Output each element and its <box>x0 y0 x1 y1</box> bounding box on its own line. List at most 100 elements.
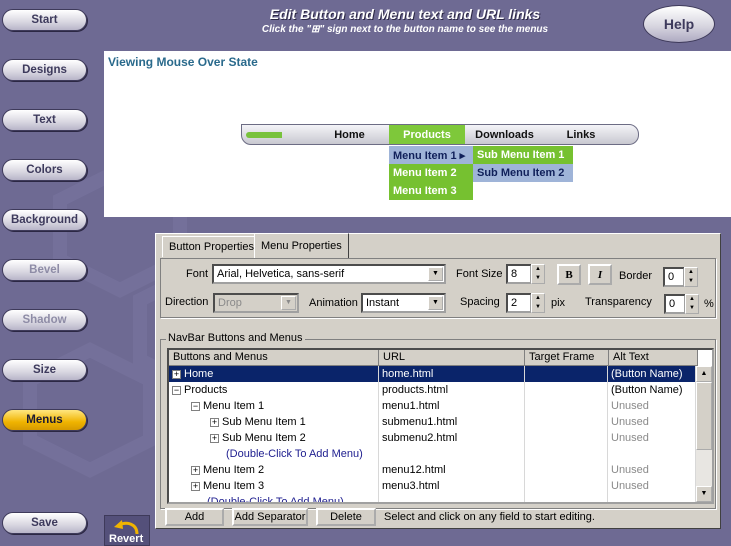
row-alt-text[interactable] <box>609 494 696 502</box>
table-row[interactable]: + Menu Item 3 menu3.html Unused <box>169 478 696 494</box>
column-header-url[interactable]: URL <box>379 350 525 366</box>
help-button[interactable]: Help <box>643 5 715 43</box>
nav-bevel-button[interactable]: Bevel <box>2 259 87 281</box>
navbar-accent <box>246 132 282 138</box>
row-url[interactable]: menu12.html <box>381 462 525 478</box>
direction-select[interactable]: Drop ▼ <box>213 293 299 313</box>
row-url[interactable]: submenu2.html <box>381 430 525 446</box>
scroll-thumb[interactable] <box>696 382 712 450</box>
row-name[interactable]: (Double-Click To Add Menu) <box>169 446 379 462</box>
table-row[interactable]: − Products products.html (Button Name) <box>169 382 696 398</box>
row-name[interactable]: (Double-Click To Add Menu) <box>169 494 379 502</box>
preview-pane: Viewing Mouse Over State Home Products D… <box>104 51 731 217</box>
border-input[interactable]: 0 <box>663 267 685 287</box>
nav-background-button[interactable]: Background <box>2 209 87 231</box>
font-select[interactable]: Arial, Helvetica, sans-serif ▼ <box>212 264 446 284</box>
expand-icon[interactable]: + <box>210 433 219 443</box>
nav-shadow-button[interactable]: Shadow <box>2 309 87 331</box>
row-target-frame[interactable] <box>525 494 608 502</box>
column-header-alt-text[interactable]: Alt Text <box>609 350 698 366</box>
row-alt-text[interactable]: (Button Name) <box>609 382 696 398</box>
table-row[interactable]: − Menu Item 1 menu1.html Unused <box>169 398 696 414</box>
expand-icon[interactable]: + <box>210 417 219 427</box>
transparency-input[interactable]: 0 <box>664 294 686 314</box>
dropdown-item: Menu Item 2 <box>389 164 473 182</box>
row-alt-text[interactable]: Unused <box>609 398 696 414</box>
row-target-frame[interactable] <box>525 430 608 446</box>
revert-button[interactable]: Revert <box>104 515 150 546</box>
row-alt-text[interactable]: (Button Name) <box>609 366 696 382</box>
expand-icon[interactable]: + <box>191 465 200 475</box>
table-row[interactable]: (Double-Click To Add Menu) <box>169 494 696 502</box>
spacing-spinner[interactable]: ▲ ▼ <box>531 293 545 313</box>
grid-scrollbar[interactable]: ▲ ▼ <box>696 366 712 502</box>
nav-menus-button[interactable]: Menus <box>2 409 87 431</box>
row-name-cell[interactable]: + Menu Item 3 <box>169 478 379 494</box>
row-alt-text[interactable]: Unused <box>609 462 696 478</box>
table-row[interactable]: + Sub Menu Item 2 submenu2.html Unused <box>169 430 696 446</box>
row-url[interactable]: menu3.html <box>381 478 525 494</box>
row-alt-text[interactable]: Unused <box>609 430 696 446</box>
italic-button[interactable]: I <box>588 264 612 285</box>
chevron-down-icon[interactable]: ▼ <box>428 267 443 281</box>
collapse-icon[interactable]: − <box>172 385 181 395</box>
row-target-frame[interactable] <box>525 462 608 478</box>
add-separator-button[interactable]: Add Separator <box>232 508 308 526</box>
row-target-frame[interactable] <box>525 366 608 382</box>
nav-text-button[interactable]: Text <box>2 109 87 131</box>
row-url[interactable]: menu1.html <box>381 398 525 414</box>
chevron-down-icon[interactable]: ▼ <box>428 296 443 310</box>
row-name-cell[interactable]: − Products <box>169 382 379 398</box>
column-header-target-frame[interactable]: Target Frame <box>525 350 609 366</box>
row-url[interactable]: products.html <box>381 382 525 398</box>
table-row[interactable]: (Double-Click To Add Menu) <box>169 446 696 462</box>
row-name-cell[interactable]: + Sub Menu Item 2 <box>169 430 379 446</box>
bold-button[interactable]: B <box>557 264 581 285</box>
collapse-icon[interactable]: − <box>191 401 200 411</box>
row-alt-text[interactable]: Unused <box>609 414 696 430</box>
row-name-cell[interactable]: + Sub Menu Item 1 <box>169 414 379 430</box>
row-url[interactable]: home.html <box>381 366 525 382</box>
chevron-down-icon[interactable]: ▼ <box>281 296 296 310</box>
nav-colors-button[interactable]: Colors <box>2 159 87 181</box>
fontsize-spinner[interactable]: ▲ ▼ <box>531 264 545 284</box>
row-target-frame[interactable] <box>525 446 608 462</box>
menu-tree-grid[interactable]: Buttons and Menus URL Target Frame Alt T… <box>167 348 714 504</box>
add-button[interactable]: Add <box>165 508 224 526</box>
row-target-frame[interactable] <box>525 478 608 494</box>
delete-button[interactable]: Delete <box>316 508 376 526</box>
expand-icon[interactable]: + <box>191 481 200 491</box>
row-url[interactable]: submenu1.html <box>381 414 525 430</box>
row-name: Sub Menu Item 1 <box>222 416 306 428</box>
nav-size-button[interactable]: Size <box>2 359 87 381</box>
column-header-buttons[interactable]: Buttons and Menus <box>169 350 379 366</box>
table-row[interactable]: + Sub Menu Item 1 submenu1.html Unused <box>169 414 696 430</box>
row-target-frame[interactable] <box>525 382 608 398</box>
row-name-cell[interactable]: + Menu Item 2 <box>169 462 379 478</box>
scroll-up-icon[interactable]: ▲ <box>696 366 712 382</box>
row-name: Menu Item 2 <box>203 464 265 476</box>
nav-save-button[interactable]: Save <box>2 512 87 534</box>
row-target-frame[interactable] <box>525 414 608 430</box>
tab-menu-properties[interactable]: Menu Properties <box>254 233 349 258</box>
fontsize-input[interactable]: 8 <box>506 264 532 284</box>
nav-designs-button[interactable]: Designs <box>2 59 87 81</box>
row-name-cell[interactable]: − Menu Item 1 <box>169 398 379 414</box>
row-url[interactable] <box>381 494 525 502</box>
row-name-cell[interactable]: + Home <box>169 366 379 382</box>
nav-start-button[interactable]: Start <box>2 9 87 31</box>
row-alt-text[interactable] <box>609 446 696 462</box>
tab-button-properties[interactable]: Button Properties <box>162 236 261 257</box>
transparency-spinner[interactable]: ▲ ▼ <box>685 294 699 314</box>
table-row[interactable]: + Home home.html (Button Name) <box>169 366 696 382</box>
table-row[interactable]: + Menu Item 2 menu12.html Unused <box>169 462 696 478</box>
scroll-down-icon[interactable]: ▼ <box>696 486 712 502</box>
row-url[interactable] <box>381 446 525 462</box>
row-name: Products <box>184 384 228 396</box>
expand-icon[interactable]: + <box>172 369 181 379</box>
spacing-input[interactable]: 2 <box>506 293 532 313</box>
row-alt-text[interactable]: Unused <box>609 478 696 494</box>
row-target-frame[interactable] <box>525 398 608 414</box>
border-spinner[interactable]: ▲ ▼ <box>684 267 698 287</box>
animation-select[interactable]: Instant ▼ <box>361 293 446 313</box>
